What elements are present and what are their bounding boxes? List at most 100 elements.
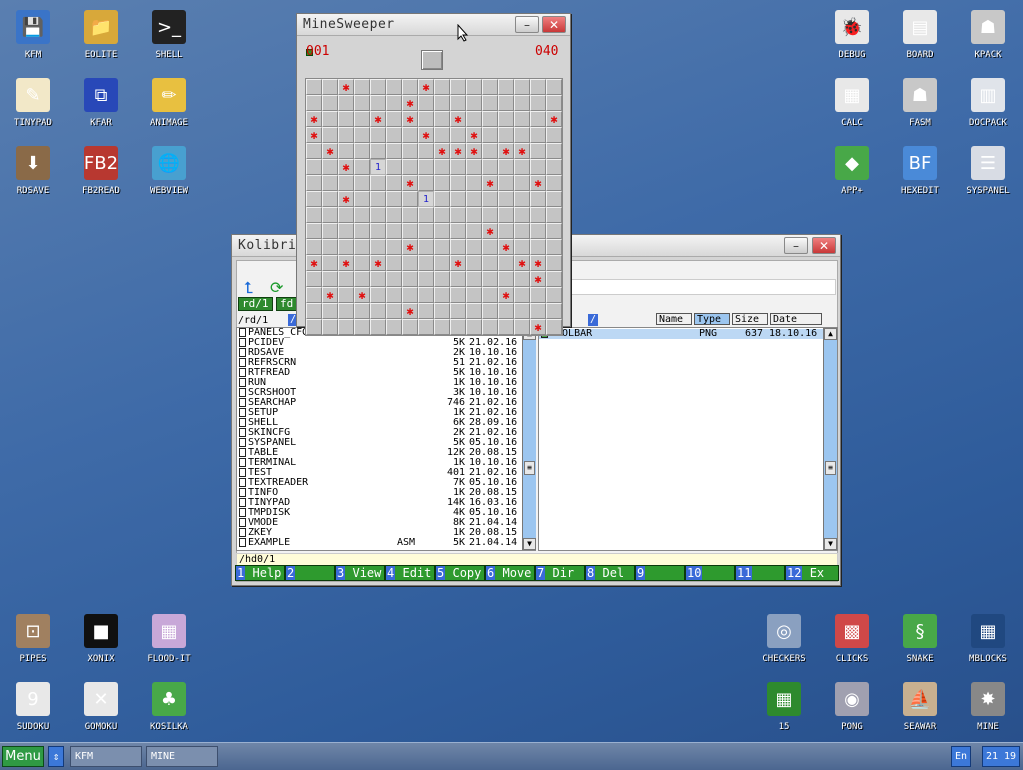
- mine-cell[interactable]: [434, 207, 450, 223]
- mine-cell[interactable]: [466, 303, 482, 319]
- mine-icon[interactable]: ✱: [530, 255, 546, 271]
- close-button[interactable]: ✕: [812, 237, 836, 254]
- mine-cell[interactable]: [466, 207, 482, 223]
- mine-cell[interactable]: [498, 159, 514, 175]
- column-header-type[interactable]: Type: [694, 313, 730, 325]
- mine-cell[interactable]: [354, 159, 370, 175]
- mine-cell[interactable]: [546, 175, 562, 191]
- mine-cell[interactable]: [450, 79, 466, 95]
- mine-cell[interactable]: [386, 271, 402, 287]
- mine-cell[interactable]: [498, 207, 514, 223]
- desktop-icon-calc[interactable]: ▦ CALC: [822, 78, 882, 138]
- right-file-panel[interactable]: TOOLBAR PNG 637 18.10.16 ▲ ≡ ▼: [538, 327, 838, 551]
- mine-cell[interactable]: [370, 223, 386, 239]
- mine-cell[interactable]: [466, 175, 482, 191]
- mine-cell[interactable]: [354, 303, 370, 319]
- left-scrollbar[interactable]: ▲ ≡ ▼: [522, 328, 536, 550]
- desktop-icon-snake[interactable]: § SNAKE: [890, 614, 950, 674]
- task-item-mine[interactable]: MINE: [146, 746, 218, 767]
- mine-cell[interactable]: [354, 127, 370, 143]
- mine-cell[interactable]: [514, 319, 530, 335]
- mine-field[interactable]: ✱ ✱ ✱ ✱ ✱ ✱ ✱ ✱ ✱ ✱ ✱ ✱ ✱ ✱ ✱ ✱ ✱ ✱ 1 ✱ ✱ ✱ ✱ 1 ✱ ✱ ✱ ✱ ✱ ✱ ✱ ✱ ✱ ✱ ✱ ✱ ✱ ✱ ✱: [305, 78, 563, 336]
- mine-cell[interactable]: [370, 239, 386, 255]
- mine-cell[interactable]: [482, 255, 498, 271]
- mine-cell[interactable]: [354, 175, 370, 191]
- mine-cell[interactable]: [322, 191, 338, 207]
- mine-cell[interactable]: [482, 143, 498, 159]
- mine-cell[interactable]: [530, 223, 546, 239]
- mine-icon[interactable]: ✱: [338, 79, 354, 95]
- mine-cell[interactable]: [306, 287, 322, 303]
- mine-cell[interactable]: [386, 175, 402, 191]
- switch-arrow-icon[interactable]: ⇕: [48, 746, 64, 767]
- mine-icon[interactable]: ✱: [434, 143, 450, 159]
- mine-cell[interactable]: [498, 271, 514, 287]
- mine-cell[interactable]: [466, 255, 482, 271]
- desktop-icon-board[interactable]: ▤ BOARD: [890, 10, 950, 70]
- mine-cell[interactable]: [498, 319, 514, 335]
- scroll-down-icon[interactable]: ▼: [523, 538, 536, 550]
- mine-cell[interactable]: [370, 271, 386, 287]
- mine-cell[interactable]: [450, 287, 466, 303]
- mine-cell[interactable]: [370, 79, 386, 95]
- fkey-3[interactable]: 3 View: [335, 565, 385, 581]
- scroll-up-icon[interactable]: ▲: [824, 328, 837, 340]
- mine-cell[interactable]: [370, 319, 386, 335]
- mine-icon[interactable]: ✱: [498, 143, 514, 159]
- mine-cell[interactable]: [530, 207, 546, 223]
- mine-cell[interactable]: [418, 271, 434, 287]
- mine-cell[interactable]: [514, 79, 530, 95]
- mine-cell[interactable]: [434, 271, 450, 287]
- mine-cell[interactable]: [386, 255, 402, 271]
- mine-icon[interactable]: ✱: [450, 255, 466, 271]
- mine-cell[interactable]: [546, 207, 562, 223]
- mine-cell[interactable]: [482, 111, 498, 127]
- mine-cell[interactable]: [482, 303, 498, 319]
- mine-cell[interactable]: [386, 223, 402, 239]
- desktop-icon-shell[interactable]: >_ SHELL: [139, 10, 199, 70]
- fkey-12[interactable]: 12 Ex: [785, 565, 839, 581]
- mine-icon[interactable]: ✱: [338, 191, 354, 207]
- mine-cell[interactable]: [530, 127, 546, 143]
- mine-cell[interactable]: [530, 79, 546, 95]
- mine-cell[interactable]: [402, 127, 418, 143]
- mine-cell[interactable]: [450, 159, 466, 175]
- mine-cell[interactable]: [386, 95, 402, 111]
- mine-cell[interactable]: [466, 287, 482, 303]
- mine-cell[interactable]: [322, 175, 338, 191]
- mine-cell[interactable]: [354, 79, 370, 95]
- mine-cell[interactable]: [418, 223, 434, 239]
- mine-cell[interactable]: [514, 271, 530, 287]
- mine-cell[interactable]: [482, 271, 498, 287]
- mine-cell[interactable]: [466, 239, 482, 255]
- mine-cell[interactable]: [402, 271, 418, 287]
- mine-cell[interactable]: [450, 303, 466, 319]
- mine-cell[interactable]: [546, 191, 562, 207]
- mine-cell[interactable]: [546, 255, 562, 271]
- mine-cell[interactable]: [434, 319, 450, 335]
- mine-cell[interactable]: [306, 95, 322, 111]
- mine-cell[interactable]: [466, 191, 482, 207]
- mine-cell[interactable]: [306, 143, 322, 159]
- desktop-icon-xonix[interactable]: ■ XONIX: [71, 614, 131, 674]
- mine-icon[interactable]: ✱: [450, 111, 466, 127]
- mine-cell[interactable]: [434, 95, 450, 111]
- mine-cell[interactable]: [514, 207, 530, 223]
- mine-icon[interactable]: ✱: [482, 223, 498, 239]
- mine-cell[interactable]: [386, 287, 402, 303]
- mine-cell[interactable]: [514, 159, 530, 175]
- desktop-icon-hexedit[interactable]: BF HEXEDIT: [890, 146, 950, 206]
- file-row[interactable]: TOOLBAR PNG 637 18.10.16: [539, 329, 823, 339]
- mine-cell[interactable]: [418, 159, 434, 175]
- mine-cell[interactable]: [322, 79, 338, 95]
- scroll-thumb[interactable]: ≡: [825, 461, 836, 475]
- mine-cell[interactable]: [546, 271, 562, 287]
- clock[interactable]: 21 19: [982, 746, 1020, 767]
- mine-cell[interactable]: [354, 207, 370, 223]
- mine-cell[interactable]: [434, 127, 450, 143]
- mine-cell[interactable]: [482, 319, 498, 335]
- mine-cell[interactable]: [306, 239, 322, 255]
- mine-cell[interactable]: [322, 207, 338, 223]
- mine-icon[interactable]: ✱: [402, 239, 418, 255]
- fkey-6[interactable]: 6 Move: [485, 565, 535, 581]
